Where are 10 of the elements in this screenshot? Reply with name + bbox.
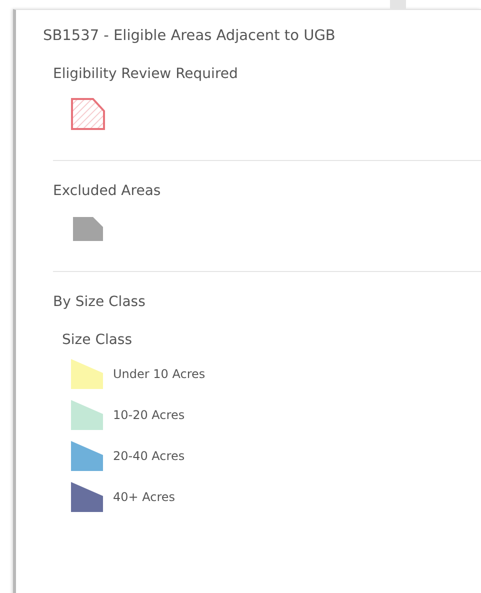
class-label: 40+ Acres bbox=[113, 490, 176, 504]
class-label: 20-40 Acres bbox=[113, 448, 185, 462]
field-heading: Size Class bbox=[62, 332, 134, 348]
layer-title: SB1537 - Eligible Areas Adjacent to UGB bbox=[43, 28, 336, 44]
scrollbar[interactable] bbox=[390, 0, 406, 10]
legend-heading: Eligibility Review Required bbox=[53, 66, 239, 82]
legend-heading: By Size Class bbox=[53, 294, 146, 310]
class-label: 10-20 Acres bbox=[113, 408, 185, 422]
class-label: Under 10 Acres bbox=[113, 366, 206, 380]
legend-heading: Excluded Areas bbox=[53, 183, 162, 199]
